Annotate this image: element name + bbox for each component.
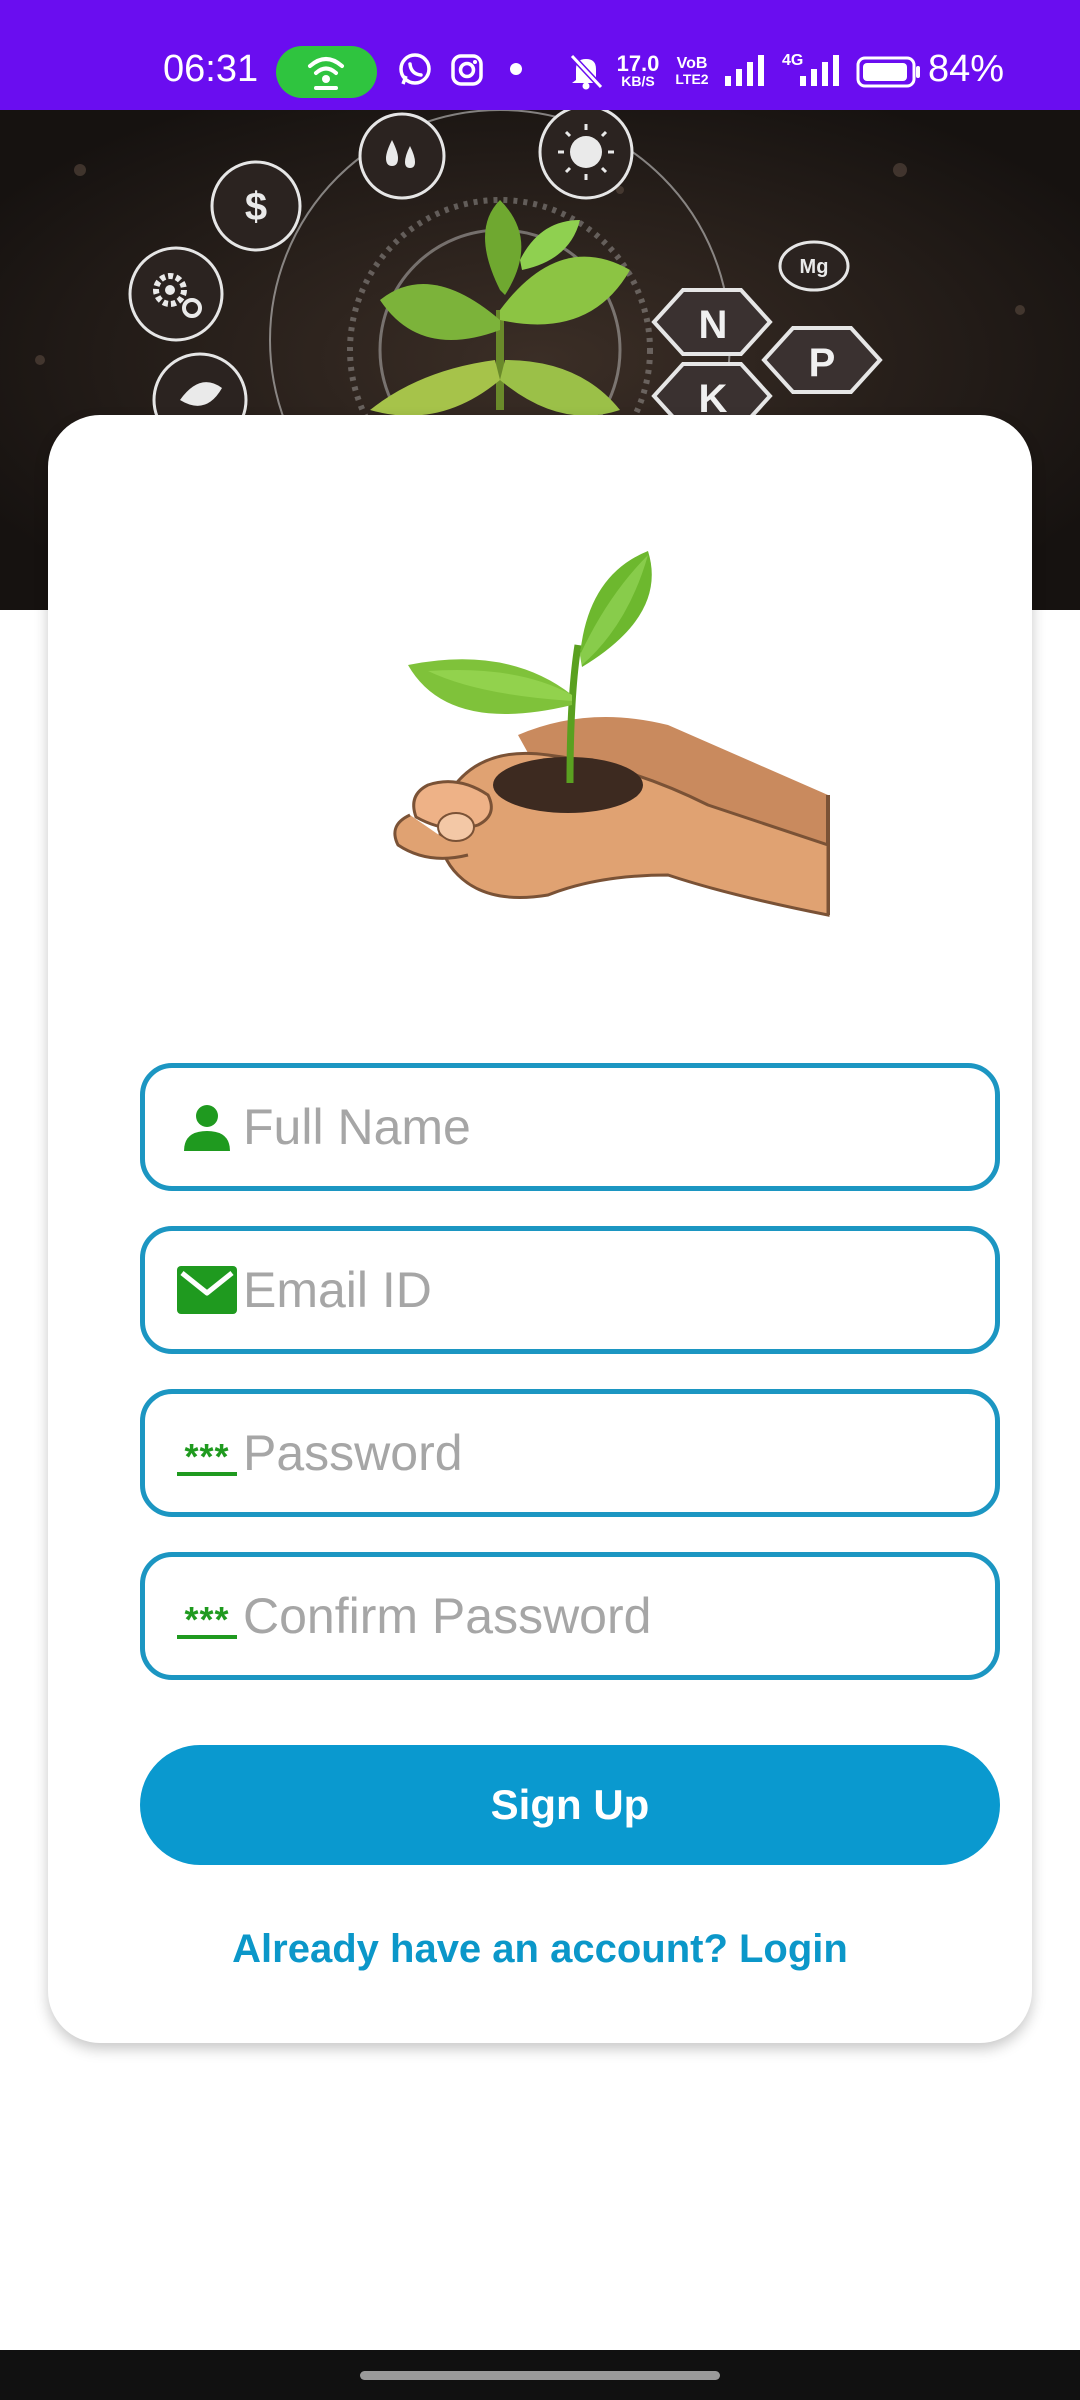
mute-icon	[569, 53, 604, 90]
p-label: P	[809, 341, 836, 385]
password-input[interactable]	[243, 1394, 983, 1512]
battery-icon	[856, 56, 920, 88]
confirm-password-input[interactable]	[243, 1557, 983, 1675]
hotspot-icon	[308, 57, 344, 90]
signal-icon	[725, 55, 764, 86]
volte-indicator: VoB LTE2	[675, 55, 709, 87]
signup-button[interactable]: Sign Up	[140, 1745, 1000, 1865]
mail-icon	[175, 1231, 239, 1349]
email-field[interactable]	[140, 1226, 1000, 1354]
full-name-field[interactable]	[140, 1063, 1000, 1191]
instagram-icon	[451, 54, 483, 86]
n-label: N	[699, 303, 728, 347]
home-gesture-handle[interactable]	[360, 2371, 720, 2380]
login-link[interactable]: Already have an account? Login	[48, 1927, 1032, 1972]
mg-label: Mg	[800, 256, 829, 278]
confirm-password-icon: ***	[175, 1557, 239, 1675]
hotspot-pill	[276, 46, 377, 98]
navigation-bar	[0, 2350, 1080, 2400]
battery-percent: 84%	[928, 48, 1005, 90]
password-field[interactable]: ***	[140, 1389, 1000, 1517]
dollar-label: $	[245, 185, 267, 229]
status-time: 06:31	[163, 48, 259, 90]
email-input[interactable]	[243, 1231, 983, 1349]
full-name-input[interactable]	[243, 1068, 983, 1186]
person-icon	[175, 1068, 239, 1186]
signal-4g-icon	[800, 55, 839, 86]
signup-card: *** *** Sign Up Already have an account?…	[48, 415, 1032, 2043]
password-icon: ***	[175, 1394, 239, 1512]
net-speed: 17.0 KB/S	[616, 51, 660, 89]
status-bar: 06:31 17.0 KB/S VoB LTE2 4G 84%	[0, 0, 1080, 110]
whatsapp-icon	[399, 53, 431, 85]
dot-icon	[510, 63, 522, 75]
confirm-password-field[interactable]: ***	[140, 1552, 1000, 1680]
hands-plant-illustration	[393, 551, 830, 917]
